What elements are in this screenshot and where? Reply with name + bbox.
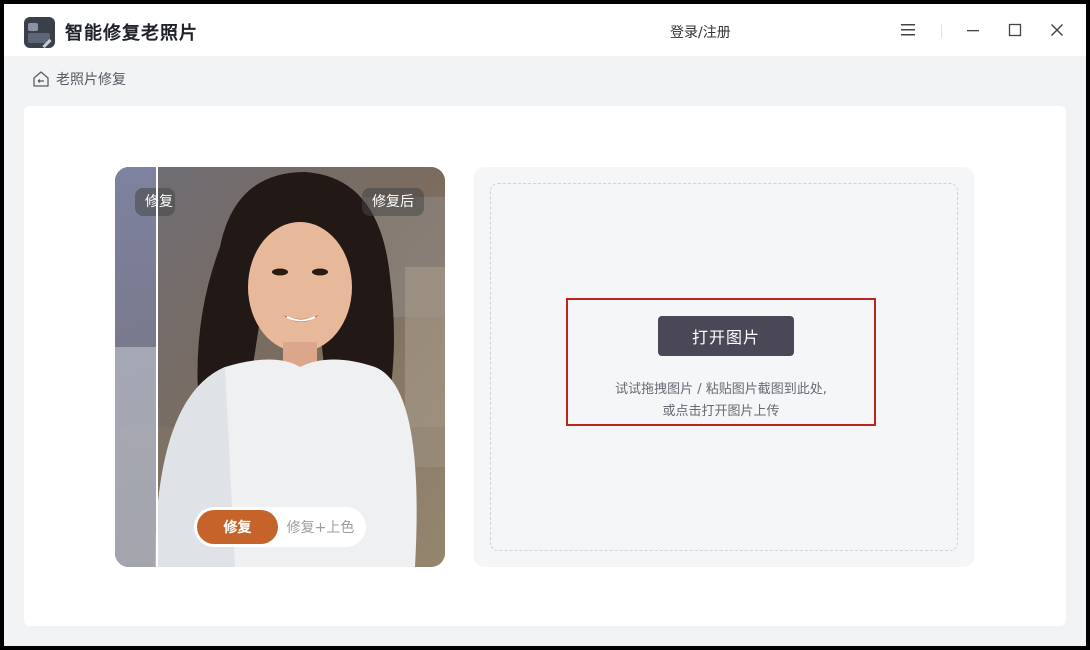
maximize-icon [1008,23,1022,37]
mode-restore-colorize-button[interactable]: 修复+上色 [278,510,363,544]
title-bar: 智能修复老照片 登录/注册 [4,4,1086,56]
mode-restore-button[interactable]: 修复 [197,510,278,544]
minimize-button[interactable] [959,16,987,44]
highlight-box: 打开图片 试试拖拽图片 / 粘贴图片截图到此处, 或点击打开图片上传 [566,298,876,426]
breadcrumb[interactable]: 老照片修复 [32,68,126,90]
close-button[interactable] [1043,16,1071,44]
mode-toggle: 修复 修复+上色 [194,507,366,547]
app-window: 智能修复老照片 登录/注册 老照片修复 修复 修复后 修复 修复+上色 打开图片… [4,4,1086,646]
menu-icon [901,24,915,36]
app-logo-icon [24,17,55,48]
upload-hint-line2: 或点击打开图片上传 [662,404,780,419]
upload-panel: 打开图片 试试拖拽图片 / 粘贴图片截图到此处, 或点击打开图片上传 [474,167,974,567]
home-icon [33,71,49,87]
maximize-button[interactable] [1001,16,1029,44]
title-bar-divider [941,24,942,38]
close-icon [1051,24,1063,36]
open-image-button[interactable]: 打开图片 [658,316,794,356]
upload-hint-line1: 试试拖拽图片 / 粘贴图片截图到此处, [615,382,827,397]
minimize-icon [967,30,979,32]
login-register-link[interactable]: 登录/注册 [670,22,731,42]
breadcrumb-label: 老照片修复 [56,72,126,88]
menu-button[interactable] [894,16,922,44]
after-label: 修复后 [362,188,424,216]
before-after-preview: 修复前 修复后 修复 修复+上色 [115,167,445,567]
before-label: 修复前 [135,188,175,216]
compare-slider-handle[interactable] [156,167,158,567]
app-title: 智能修复老照片 [65,23,198,44]
drop-zone[interactable]: 打开图片 试试拖拽图片 / 粘贴图片截图到此处, 或点击打开图片上传 [490,183,958,551]
main-card: 修复前 修复后 修复 修复+上色 打开图片 试试拖拽图片 / 粘贴图片截图到此处… [24,106,1066,626]
